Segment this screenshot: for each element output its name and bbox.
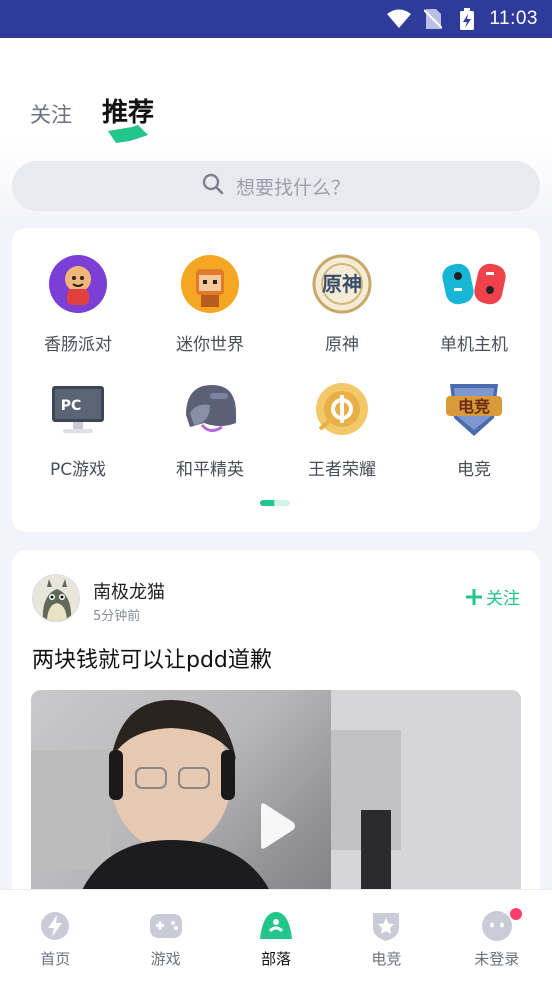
nav-label: 电竞: [371, 950, 402, 968]
gamepad-icon: [149, 910, 183, 942]
category-esports[interactable]: 电竞 电竞: [408, 377, 540, 480]
nav-home[interactable]: 首页: [0, 890, 110, 981]
search-icon: [202, 173, 224, 200]
nav-tribe[interactable]: 部落: [221, 890, 331, 981]
category-console[interactable]: 单机主机: [408, 252, 540, 355]
category-label: 香肠派对: [44, 335, 112, 355]
battery-charging-icon: [455, 7, 479, 31]
star-shield-icon: [369, 910, 403, 942]
sausage-party-icon: [46, 252, 110, 316]
tab-recommended-label: 推荐: [102, 98, 155, 128]
post-author-name[interactable]: 南极龙猫: [93, 578, 165, 604]
svg-text:原神: 原神: [322, 272, 362, 296]
video-frame-image: [31, 690, 521, 910]
category-mini-world[interactable]: 迷你世界: [144, 252, 276, 355]
category-label: PC游戏: [49, 460, 107, 480]
svg-text:电竞: 电竞: [458, 397, 490, 416]
follow-button[interactable]: 关注: [466, 584, 520, 609]
nav-label: 部落: [260, 950, 291, 968]
carousel-pager: [260, 500, 290, 506]
category-card: 香肠派对 迷你世界 原神 原神 单机主机 PC PC游戏 和平精英 王者荣耀 电…: [12, 228, 540, 532]
search-input[interactable]: 想要找什么？: [12, 161, 540, 211]
pager-dot: [274, 500, 290, 506]
no-sim-icon: [421, 7, 445, 31]
search-placeholder: 想要找什么？: [235, 176, 350, 199]
user-face-icon: [480, 910, 514, 942]
feed-post-card[interactable]: 南极龙猫 5分钟前 关注 两块钱就可以让pdd道歉: [12, 550, 540, 910]
category-sausage-party[interactable]: 香肠派对: [12, 252, 144, 355]
mini-world-icon: [178, 252, 242, 316]
wifi-icon: [387, 7, 412, 31]
nav-label: 首页: [40, 950, 71, 968]
category-label: 单机主机: [440, 335, 508, 355]
feed-tabs: 关注 推荐: [30, 92, 155, 143]
status-bar: 11:03: [0, 0, 552, 38]
plus-icon: [466, 588, 482, 605]
tab-following[interactable]: 关注: [30, 99, 72, 129]
honor-of-kings-icon: [310, 377, 374, 441]
post-timestamp: 5分钟前: [93, 609, 141, 624]
clock-time: 11:03: [489, 8, 538, 29]
tribe-icon: [259, 910, 293, 942]
helmet-icon: [178, 377, 242, 441]
nav-esports[interactable]: 电竞: [331, 890, 441, 981]
category-pc-games[interactable]: PC PC游戏: [12, 377, 144, 480]
nav-profile[interactable]: 未登录: [442, 890, 552, 981]
category-honor-of-kings[interactable]: 王者荣耀: [276, 377, 408, 480]
nav-label: 未登录: [474, 950, 520, 968]
category-grid: 香肠派对 迷你世界 原神 原神 单机主机 PC PC游戏 和平精英 王者荣耀 电…: [12, 252, 540, 480]
category-label: 迷你世界: [176, 335, 244, 355]
tab-recommended[interactable]: 推荐: [102, 92, 155, 143]
category-peace-elite[interactable]: 和平精英: [144, 377, 276, 480]
play-icon[interactable]: [257, 802, 297, 850]
genshin-icon: 原神: [310, 252, 374, 316]
nav-label: 游戏: [150, 950, 181, 968]
notification-badge: [509, 908, 522, 920]
esports-badge-icon: 电竞: [442, 377, 506, 441]
category-label: 王者荣耀: [308, 460, 376, 480]
category-label: 电竞: [457, 460, 491, 480]
home-bolt-icon: [38, 910, 72, 942]
category-label: 原神: [325, 335, 359, 355]
follow-label: 关注: [486, 589, 520, 609]
bottom-nav: 首页 游戏 部落 电竞 未登录: [0, 889, 552, 981]
avatar[interactable]: [32, 574, 80, 622]
video-thumbnail[interactable]: [31, 690, 521, 910]
svg-text:PC: PC: [61, 398, 82, 414]
pc-monitor-icon: PC: [46, 377, 110, 441]
post-title[interactable]: 两块钱就可以让pdd道歉: [32, 642, 272, 674]
category-genshin[interactable]: 原神 原神: [276, 252, 408, 355]
nav-games[interactable]: 游戏: [110, 890, 220, 981]
console-controller-icon: [442, 252, 506, 316]
category-label: 和平精英: [176, 460, 244, 480]
